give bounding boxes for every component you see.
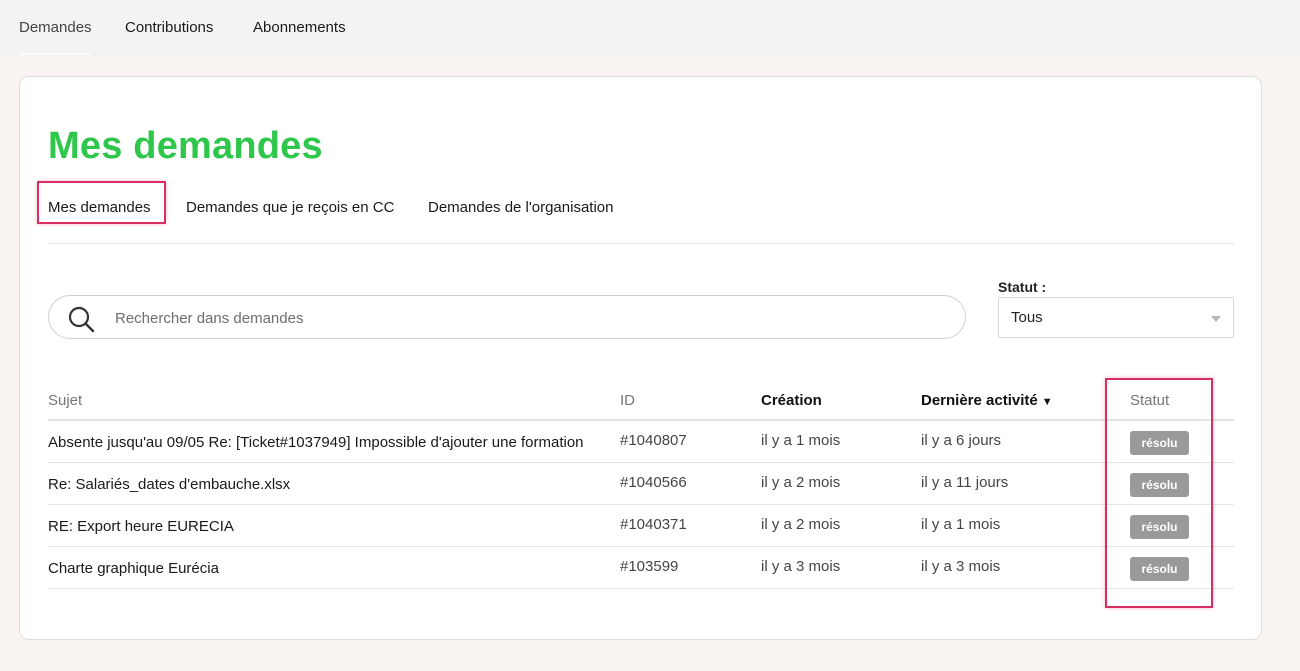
topnav-demandes[interactable]: Demandes [19, 0, 92, 55]
table-row[interactable]: Charte graphique Eurécia #103599 il y a … [48, 547, 1234, 589]
status-filter-select[interactable]: Tous [998, 297, 1234, 338]
highlight-annotation [37, 181, 166, 224]
row-subject: RE: Export heure EURECIA [48, 518, 234, 535]
page-title: Mes demandes [48, 125, 323, 167]
row-created: il y a 2 mois [761, 516, 841, 533]
search-input[interactable] [115, 307, 935, 329]
row-id: #1040566 [620, 474, 687, 491]
table-row[interactable]: Re: Salariés_dates d'embauche.xlsx #1040… [48, 463, 1234, 505]
row-activity: il y a 1 mois [921, 516, 1001, 533]
row-subject: Absente jusqu'au 09/05 Re: [Ticket#10379… [48, 434, 584, 451]
top-nav: Demandes Contributions Abonnements [0, 0, 1300, 55]
subtab-cc-requests[interactable]: Demandes que je reçois en CC [186, 199, 394, 216]
column-header-activity-label: Dernière activité [921, 392, 1038, 409]
row-created: il y a 2 mois [761, 474, 841, 491]
topnav-contributions[interactable]: Contributions [125, 0, 213, 55]
table-row[interactable]: RE: Export heure EURECIA #1040371 il y a… [48, 505, 1234, 547]
row-created: il y a 1 mois [761, 432, 841, 449]
row-created: il y a 3 mois [761, 558, 841, 575]
highlight-annotation [1105, 378, 1213, 608]
row-activity: il y a 6 jours [921, 432, 1002, 449]
requests-card: Mes demandes Mes demandes Demandes que j… [19, 76, 1262, 640]
subtab-organization-requests[interactable]: Demandes de l'organisation [428, 199, 613, 216]
row-activity: il y a 3 mois [921, 558, 1001, 575]
chevron-down-icon [1211, 316, 1221, 322]
row-subject: Re: Salariés_dates d'embauche.xlsx [48, 476, 291, 493]
status-filter-label: Statut : [998, 279, 1047, 295]
search-icon [68, 306, 95, 333]
status-filter-value: Tous [1011, 309, 1043, 326]
row-id: #103599 [620, 558, 679, 575]
column-header-id[interactable]: ID [620, 392, 635, 409]
row-activity: il y a 11 jours [921, 474, 1009, 491]
search-box[interactable] [48, 295, 966, 339]
column-header-subject[interactable]: Sujet [48, 392, 82, 409]
column-header-activity[interactable]: Dernière activité ▼ [921, 392, 1053, 409]
sort-desc-icon: ▼ [1041, 396, 1053, 408]
row-subject: Charte graphique Eurécia [48, 560, 219, 577]
row-id: #1040807 [620, 432, 687, 449]
row-id: #1040371 [620, 516, 687, 533]
table-row[interactable]: Absente jusqu'au 09/05 Re: [Ticket#10379… [48, 421, 1234, 463]
topnav-abonnements[interactable]: Abonnements [253, 0, 346, 55]
tabs-divider [48, 243, 1234, 244]
column-header-created[interactable]: Création [761, 392, 822, 409]
